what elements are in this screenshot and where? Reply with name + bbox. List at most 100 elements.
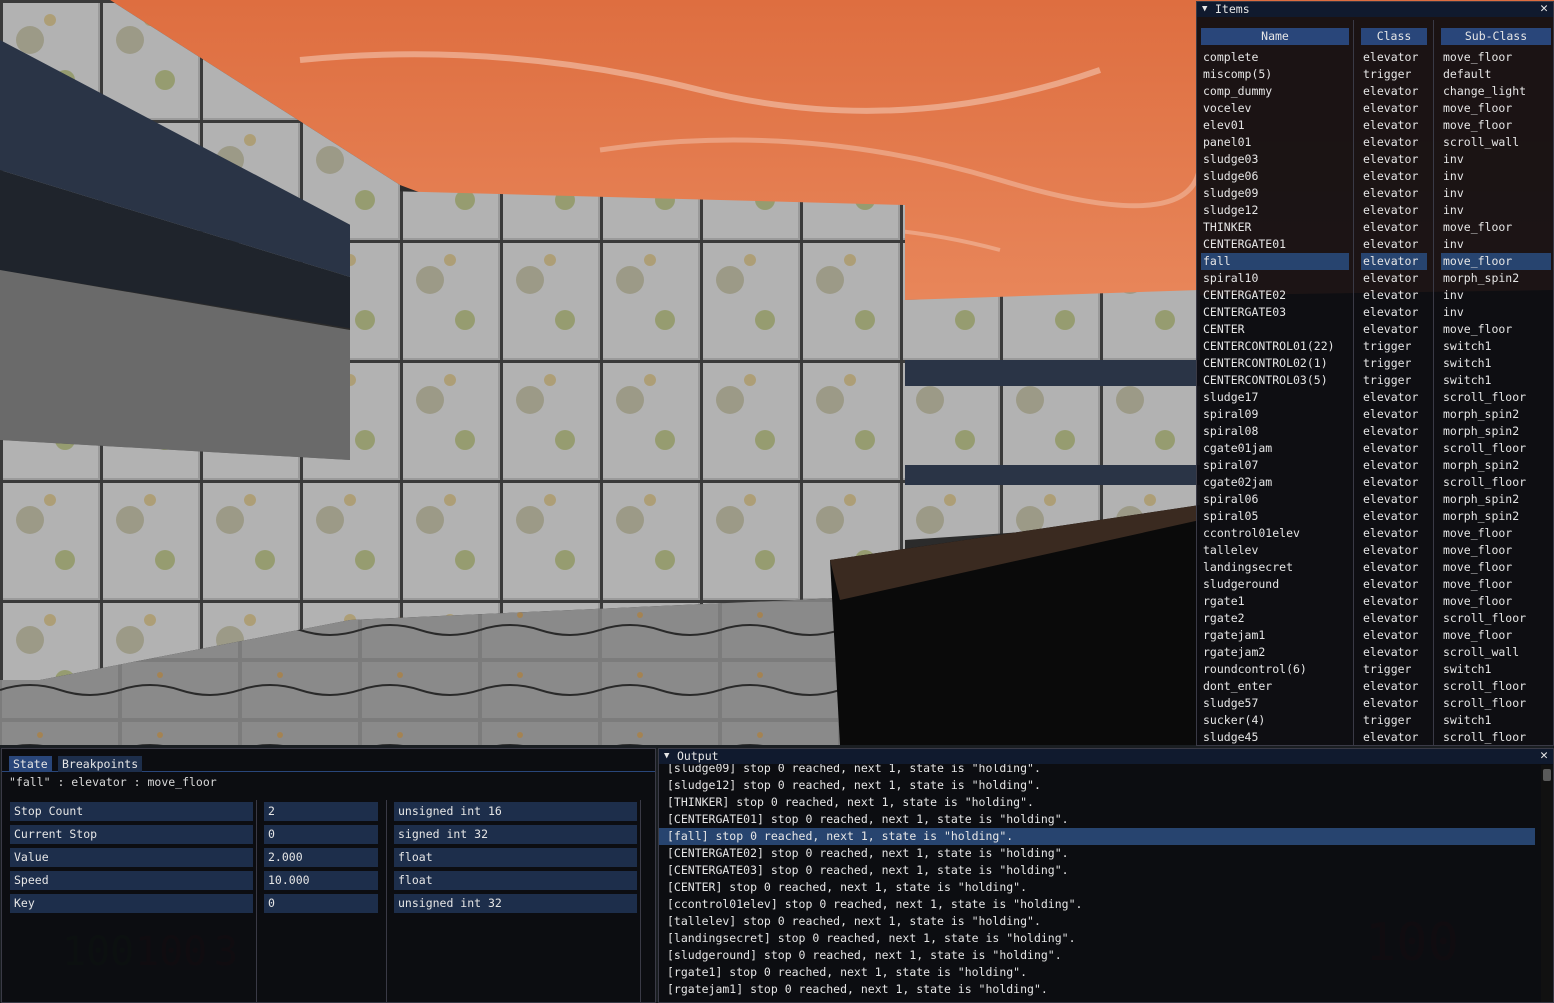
column-divider[interactable]: [386, 800, 387, 1002]
item-class-cell[interactable]: elevator: [1361, 83, 1427, 100]
item-name-cell[interactable]: complete: [1201, 49, 1349, 66]
output-window-titlebar[interactable]: ▼ Output ✕: [659, 749, 1553, 764]
item-class-cell[interactable]: elevator: [1361, 49, 1427, 66]
column-divider[interactable]: [640, 800, 641, 1002]
log-line[interactable]: [sludge09] stop 0 reached, next 1, state…: [659, 764, 1535, 777]
item-name-cell[interactable]: elev01: [1201, 117, 1349, 134]
item-class-cell[interactable]: elevator: [1361, 542, 1427, 559]
log-line[interactable]: [tallelev] stop 0 reached, next 1, state…: [659, 913, 1535, 930]
item-subclass-cell[interactable]: move_floor: [1441, 576, 1551, 593]
item-name-cell[interactable]: comp_dummy: [1201, 83, 1349, 100]
close-icon[interactable]: ✕: [1540, 2, 1548, 16]
item-class-cell[interactable]: elevator: [1361, 321, 1427, 338]
item-subclass-cell[interactable]: morph_spin2: [1441, 457, 1551, 474]
item-name-cell[interactable]: CENTER: [1201, 321, 1349, 338]
item-name-cell[interactable]: spiral08: [1201, 423, 1349, 440]
item-class-cell[interactable]: trigger: [1361, 338, 1427, 355]
item-name-cell[interactable]: CENTERGATE01: [1201, 236, 1349, 253]
field-value[interactable]: 10.000: [264, 871, 378, 890]
item-subclass-cell[interactable]: inv: [1441, 168, 1551, 185]
item-name-cell[interactable]: sludge06: [1201, 168, 1349, 185]
item-subclass-cell[interactable]: morph_spin2: [1441, 508, 1551, 525]
item-class-cell[interactable]: elevator: [1361, 287, 1427, 304]
item-class-cell[interactable]: elevator: [1361, 270, 1427, 287]
item-subclass-cell[interactable]: scroll_floor: [1441, 678, 1551, 695]
collapse-triangle-icon[interactable]: ▼: [664, 749, 669, 764]
item-name-cell[interactable]: ccontrol01elev: [1201, 525, 1349, 542]
item-name-cell[interactable]: spiral10: [1201, 270, 1349, 287]
item-subclass-cell[interactable]: inv: [1441, 202, 1551, 219]
item-subclass-cell[interactable]: move_floor: [1441, 219, 1551, 236]
item-subclass-cell[interactable]: inv: [1441, 151, 1551, 168]
item-class-cell[interactable]: elevator: [1361, 525, 1427, 542]
item-subclass-cell[interactable]: move_floor: [1441, 321, 1551, 338]
item-subclass-cell[interactable]: move_floor: [1441, 542, 1551, 559]
item-subclass-cell[interactable]: inv: [1441, 287, 1551, 304]
log-line[interactable]: [landingsecret] stop 0 reached, next 1, …: [659, 930, 1535, 947]
item-subclass-cell[interactable]: inv: [1441, 304, 1551, 321]
item-class-cell[interactable]: elevator: [1361, 202, 1427, 219]
item-name-cell[interactable]: miscomp(5): [1201, 66, 1349, 83]
log-line[interactable]: [THINKER] stop 0 reached, next 1, state …: [659, 794, 1535, 811]
item-subclass-cell[interactable]: inv: [1441, 185, 1551, 202]
column-divider[interactable]: [1353, 20, 1354, 745]
item-name-cell[interactable]: roundcontrol(6): [1201, 661, 1349, 678]
item-name-cell[interactable]: dont_enter: [1201, 678, 1349, 695]
items-window-titlebar[interactable]: ▼ Items ✕: [1197, 2, 1553, 17]
item-class-cell[interactable]: elevator: [1361, 151, 1427, 168]
item-class-cell[interactable]: elevator: [1361, 508, 1427, 525]
item-class-cell[interactable]: elevator: [1361, 457, 1427, 474]
item-subclass-cell[interactable]: scroll_floor: [1441, 729, 1551, 745]
item-class-cell[interactable]: elevator: [1361, 729, 1427, 745]
item-class-cell[interactable]: elevator: [1361, 134, 1427, 151]
output-window[interactable]: ▼ Output ✕ [sludge09] stop 0 reached, ne…: [658, 748, 1554, 1003]
item-subclass-cell[interactable]: scroll_wall: [1441, 644, 1551, 661]
item-class-cell[interactable]: trigger: [1361, 66, 1427, 83]
item-name-cell[interactable]: spiral07: [1201, 457, 1349, 474]
item-class-cell[interactable]: elevator: [1361, 236, 1427, 253]
item-subclass-cell[interactable]: move_floor: [1441, 627, 1551, 644]
item-class-cell[interactable]: trigger: [1361, 355, 1427, 372]
state-window[interactable]: State Breakpoints "fall" : elevator : mo…: [1, 748, 656, 1003]
item-class-cell[interactable]: elevator: [1361, 627, 1427, 644]
item-name-cell[interactable]: spiral06: [1201, 491, 1349, 508]
item-class-cell[interactable]: elevator: [1361, 304, 1427, 321]
class-column-header[interactable]: Class: [1361, 28, 1427, 45]
item-name-cell[interactable]: spiral09: [1201, 406, 1349, 423]
item-class-cell[interactable]: elevator: [1361, 440, 1427, 457]
item-subclass-cell[interactable]: morph_spin2: [1441, 491, 1551, 508]
item-class-cell[interactable]: trigger: [1361, 661, 1427, 678]
item-subclass-cell[interactable]: move_floor: [1441, 100, 1551, 117]
item-subclass-cell[interactable]: inv: [1441, 236, 1551, 253]
item-name-cell[interactable]: CENTERGATE03: [1201, 304, 1349, 321]
item-name-cell[interactable]: sucker(4): [1201, 712, 1349, 729]
log-line[interactable]: [sludge12] stop 0 reached, next 1, state…: [659, 777, 1535, 794]
field-value[interactable]: 0: [264, 894, 378, 913]
item-name-cell[interactable]: CENTERGATE02: [1201, 287, 1349, 304]
item-name-cell[interactable]: vocelev: [1201, 100, 1349, 117]
item-subclass-cell[interactable]: switch1: [1441, 712, 1551, 729]
field-value[interactable]: 2: [264, 802, 378, 821]
item-subclass-cell[interactable]: move_floor: [1441, 117, 1551, 134]
item-class-cell[interactable]: elevator: [1361, 695, 1427, 712]
item-class-cell[interactable]: elevator: [1361, 644, 1427, 661]
item-name-cell[interactable]: sludge12: [1201, 202, 1349, 219]
item-class-cell[interactable]: elevator: [1361, 253, 1427, 270]
field-value[interactable]: 0: [264, 825, 378, 844]
item-name-cell[interactable]: rgate2: [1201, 610, 1349, 627]
item-name-cell[interactable]: sludge03: [1201, 151, 1349, 168]
item-name-cell[interactable]: sludge09: [1201, 185, 1349, 202]
item-name-cell[interactable]: THINKER: [1201, 219, 1349, 236]
log-line[interactable]: [sludgeround] stop 0 reached, next 1, st…: [659, 947, 1535, 964]
item-class-cell[interactable]: elevator: [1361, 423, 1427, 440]
item-subclass-cell[interactable]: scroll_floor: [1441, 440, 1551, 457]
output-scrollbar[interactable]: [1541, 765, 1553, 1002]
item-class-cell[interactable]: trigger: [1361, 372, 1427, 389]
log-line[interactable]: [CENTER] stop 0 reached, next 1, state i…: [659, 879, 1535, 896]
item-name-cell[interactable]: rgatejam2: [1201, 644, 1349, 661]
item-subclass-cell[interactable]: scroll_floor: [1441, 474, 1551, 491]
name-column-header[interactable]: Name: [1201, 28, 1349, 45]
tab-state[interactable]: State: [9, 756, 52, 772]
output-log[interactable]: [sludge09] stop 0 reached, next 1, state…: [659, 764, 1539, 1002]
item-name-cell[interactable]: sludgeround: [1201, 576, 1349, 593]
